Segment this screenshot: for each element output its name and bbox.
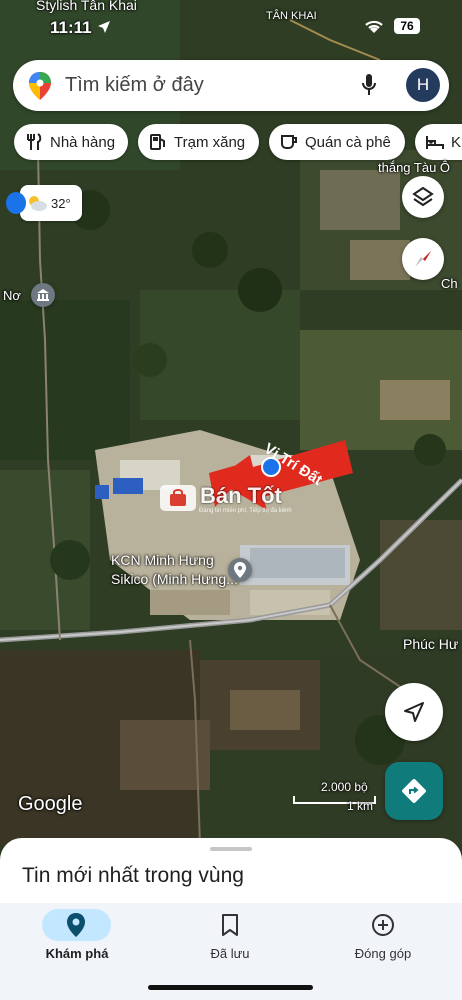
place-label-left-edge[interactable]: Nơ — [3, 288, 21, 303]
status-area-label: TÂN KHAI — [266, 10, 317, 22]
location-arrow-icon — [98, 21, 110, 33]
directions-button[interactable] — [385, 762, 443, 820]
chip-restaurants[interactable]: Nhà hàng — [14, 124, 128, 160]
search-bar[interactable]: Tìm kiếm ở đây H — [13, 60, 449, 111]
chip-hotels[interactable]: Kh — [415, 124, 462, 160]
status-carrier-text: Stylish Tân Khai — [36, 0, 137, 13]
government-building-icon — [37, 289, 49, 301]
shopping-bag-icon — [170, 489, 186, 506]
location-pin-icon — [234, 562, 246, 578]
status-time: 11:11 — [50, 18, 92, 37]
bottom-sheet[interactable]: Tin mới nhất trong vùng — [0, 838, 462, 908]
watermark-tagline: Đăng tin miễn phí, Tiếp thị đa kênh — [199, 508, 292, 514]
nav-saved-label[interactable]: Đã lưu — [170, 946, 290, 961]
home-indicator — [148, 985, 313, 990]
gas-station-icon — [150, 134, 165, 150]
hotel-icon — [426, 136, 444, 149]
layers-button[interactable] — [402, 176, 444, 218]
battery-indicator: 76 — [394, 18, 420, 34]
coffee-icon — [281, 135, 297, 149]
avatar[interactable]: H — [406, 68, 440, 102]
weather-temperature: 32° — [51, 195, 71, 211]
restaurant-icon — [27, 133, 42, 150]
bottom-sheet-title: Tin mới nhất trong vùng — [22, 864, 244, 887]
battery-level: 76 — [400, 19, 414, 33]
search-placeholder[interactable]: Tìm kiếm ở đây — [65, 74, 204, 97]
my-location-button[interactable] — [385, 683, 443, 741]
microphone-icon[interactable] — [361, 73, 377, 97]
scale-lower-label: 1 km — [347, 799, 374, 813]
nav-explore-label[interactable]: Khám phá — [17, 946, 137, 961]
place-label-right-edge[interactable]: Ch — [441, 276, 458, 291]
watermark-logo — [160, 485, 196, 511]
place-label-lower-right[interactable]: Phúc Hư — [403, 636, 458, 652]
chip-coffee-shops[interactable]: Quán cà phê — [269, 124, 405, 160]
avatar-letter: H — [416, 75, 430, 94]
scale-upper-label: 2.000 bộ — [321, 780, 368, 794]
compass-button[interactable] — [402, 238, 444, 280]
bookmark-icon[interactable] — [220, 913, 240, 937]
map-poi-marker[interactable] — [6, 192, 26, 214]
watermark-brand: Bán Tốt — [200, 483, 282, 508]
layers-icon — [412, 186, 434, 207]
compass-icon — [415, 251, 431, 267]
chip-gas-stations[interactable]: Trạm xăng — [138, 124, 259, 160]
nav-contribute-label[interactable]: Đóng góp — [323, 946, 443, 961]
google-maps-pin-icon — [29, 72, 51, 100]
wifi-icon — [365, 20, 383, 33]
sheet-drag-handle[interactable] — [210, 847, 252, 851]
chip-coffee-shops-label: Quán cà phê — [305, 133, 391, 151]
industrial-zone-label-line2[interactable]: Sikico (Minh Hưng... — [111, 571, 238, 587]
google-logo: Google — [18, 793, 83, 815]
industrial-zone-poi-marker[interactable] — [228, 558, 252, 582]
chip-gas-stations-label: Trạm xăng — [174, 133, 246, 151]
navigation-arrow-icon — [404, 702, 424, 722]
current-location-dot[interactable] — [261, 457, 281, 477]
government-poi-marker[interactable] — [31, 283, 55, 307]
chip-hotels-label: Kh — [451, 133, 462, 151]
industrial-zone-label-line1[interactable]: KCN Minh Hưng — [111, 552, 214, 568]
partly-cloudy-icon — [29, 196, 47, 211]
place-label-top-right[interactable]: thắng Tàu Ô — [378, 160, 450, 175]
explore-pin-icon[interactable] — [66, 913, 86, 937]
chip-restaurants-label: Nhà hàng — [50, 133, 116, 151]
directions-icon — [402, 779, 426, 803]
weather-chip[interactable]: 32° — [20, 185, 82, 221]
add-circle-icon[interactable] — [371, 913, 395, 937]
